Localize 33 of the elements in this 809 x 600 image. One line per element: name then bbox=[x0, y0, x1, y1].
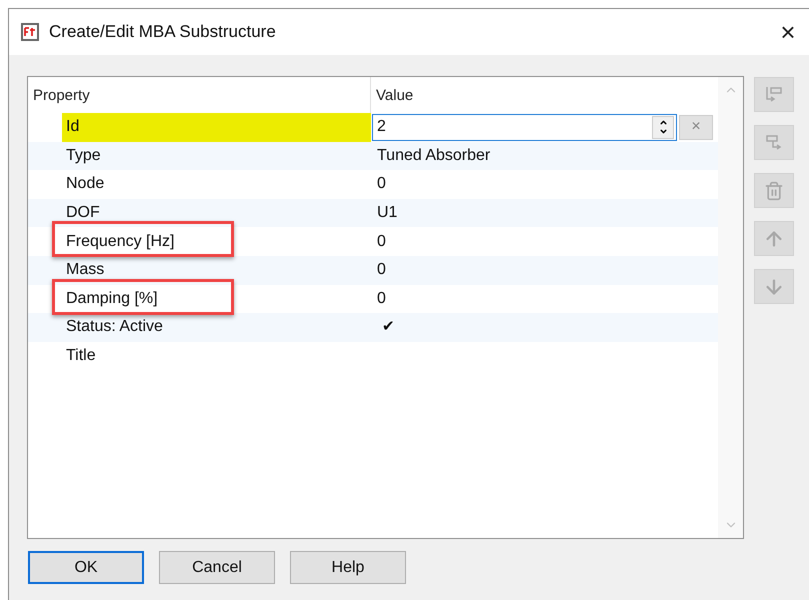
property-row[interactable]: Type Tuned Absorber bbox=[28, 142, 718, 170]
property-value: 0 bbox=[376, 232, 386, 252]
column-header: Value bbox=[375, 86, 414, 106]
trash-icon bbox=[764, 180, 784, 200]
property-row[interactable]: DOF U1 bbox=[28, 198, 718, 228]
dialog-button[interactable]: Help bbox=[290, 551, 406, 584]
property-value: 0 bbox=[376, 260, 386, 280]
dialog-button[interactable]: Cancel bbox=[159, 551, 275, 584]
property-name: Id bbox=[62, 113, 371, 142]
insert-row-icon bbox=[764, 132, 784, 152]
property-name: DOF bbox=[65, 203, 101, 224]
close-button[interactable]: × bbox=[773, 17, 803, 47]
spin-buttons[interactable] bbox=[652, 116, 674, 139]
check-icon: ✔ bbox=[382, 316, 395, 339]
property-row[interactable]: Mass 0 bbox=[28, 256, 718, 285]
property-name: Node bbox=[65, 174, 106, 194]
window-title: Create/Edit MBA Substructure bbox=[49, 21, 276, 44]
property-name: Mass bbox=[65, 260, 106, 280]
scrollbar[interactable] bbox=[718, 77, 743, 538]
property-value: U1 bbox=[376, 203, 398, 224]
dialog-button[interactable]: OK bbox=[28, 551, 144, 584]
property-name: Damping [%] bbox=[62, 284, 371, 314]
app-logo-icon bbox=[21, 23, 39, 41]
property-name: Frequency [Hz] bbox=[62, 227, 371, 256]
property-value: 0 bbox=[376, 174, 386, 194]
property-value: Tuned Absorber bbox=[376, 146, 490, 166]
property-name: Type bbox=[65, 146, 102, 166]
property-value: 0 bbox=[376, 288, 386, 309]
property-row[interactable]: Status: Active ✔ bbox=[28, 313, 718, 342]
insert-child-icon bbox=[764, 84, 784, 104]
value-input[interactable]: 2 bbox=[372, 114, 677, 141]
property-name: Title bbox=[65, 346, 97, 366]
property-name: Status: Active bbox=[65, 317, 164, 338]
